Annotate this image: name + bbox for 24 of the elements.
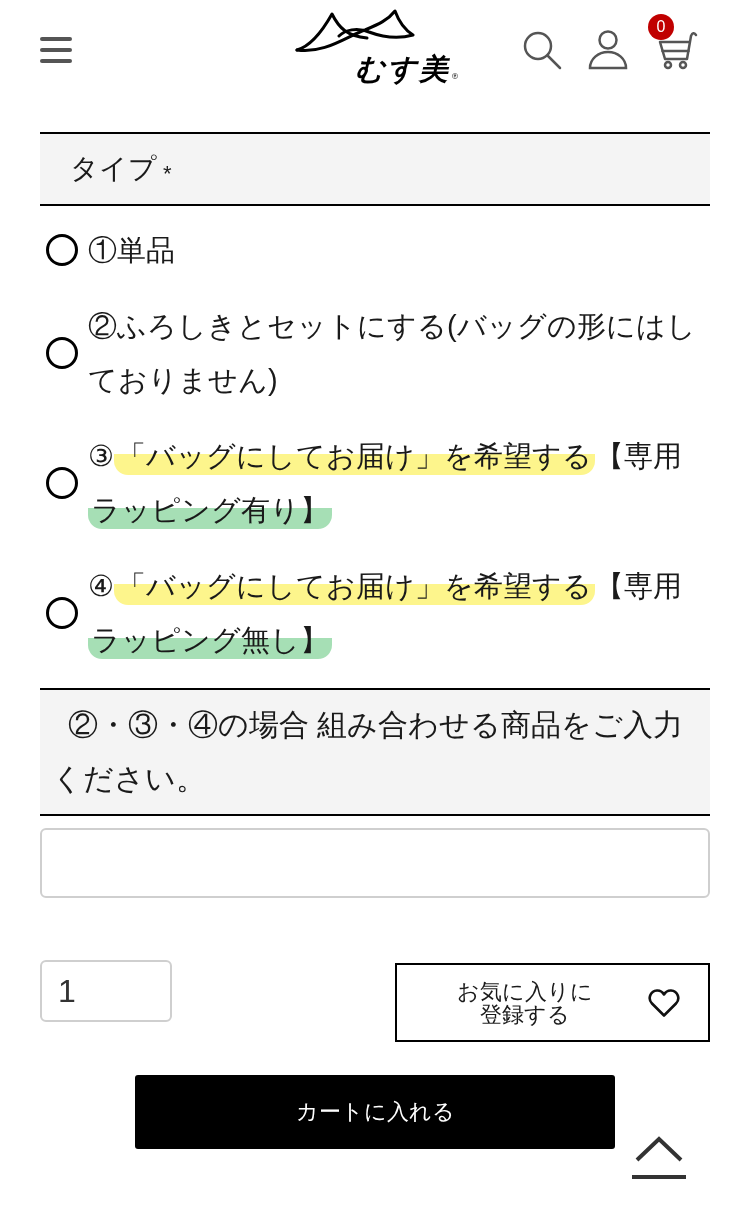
text-input-field[interactable] bbox=[40, 828, 710, 898]
chevron-up-icon bbox=[632, 1134, 686, 1180]
option-label[interactable]: ③「バッグにしてお届け」を希望する【専用 ラッピング有り】 bbox=[88, 429, 712, 537]
radio-button[interactable] bbox=[46, 337, 78, 369]
option-label[interactable]: ④「バッグにしてお届け」を希望する【専用 ラッピング無し】 bbox=[88, 559, 712, 667]
option-label[interactable]: ①単品 bbox=[88, 223, 712, 277]
favorite-button[interactable]: お気に入りに登録する bbox=[395, 963, 710, 1042]
cart-count-badge: 0 bbox=[648, 14, 674, 40]
radio-button[interactable] bbox=[46, 467, 78, 499]
logo-text[interactable]: むす美® bbox=[355, 52, 459, 94]
add-to-cart-button[interactable]: カートに入れる bbox=[135, 1075, 615, 1149]
radio-button[interactable] bbox=[46, 597, 78, 629]
quantity-field[interactable]: 1 bbox=[40, 960, 172, 1022]
type-label: タイプ bbox=[70, 152, 157, 186]
heart-icon bbox=[648, 987, 680, 1018]
search-icon[interactable] bbox=[522, 30, 562, 70]
back-to-top-button[interactable] bbox=[632, 1134, 686, 1180]
option-label[interactable]: ②ふろしきとセットにする(バッグの形にはしておりません) bbox=[88, 299, 712, 407]
radio-button[interactable] bbox=[46, 234, 78, 266]
user-icon[interactable] bbox=[588, 30, 628, 70]
mountain-logo-icon bbox=[295, 8, 415, 54]
menu-icon[interactable] bbox=[40, 36, 72, 64]
combination-instruction: ②・③・④の場合 組み合わせる商品をご入力ください。 bbox=[52, 707, 685, 797]
required-mark: * bbox=[163, 163, 172, 185]
